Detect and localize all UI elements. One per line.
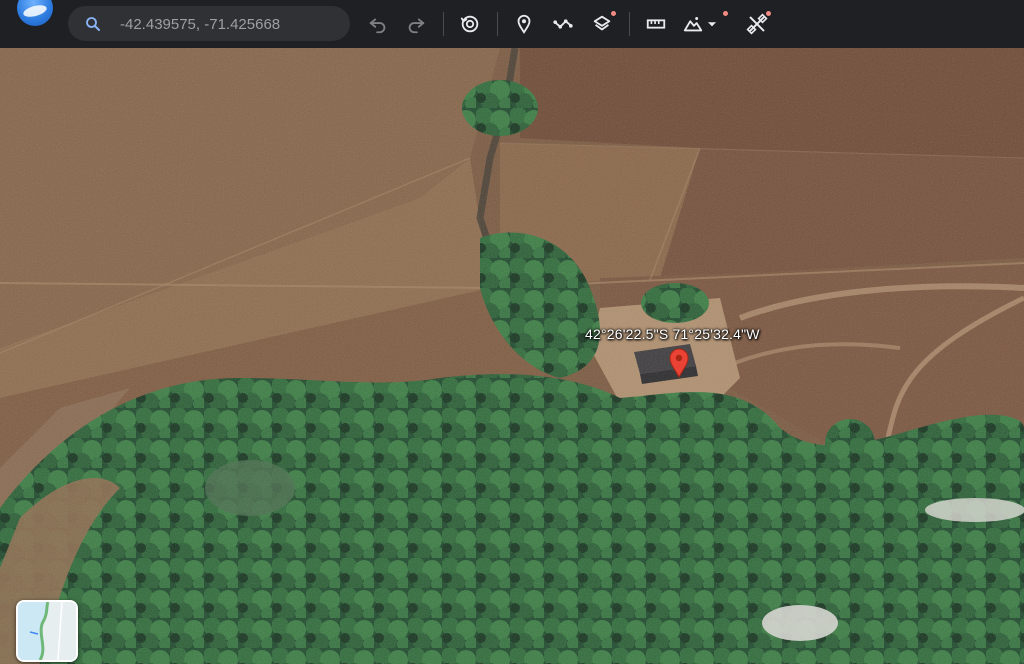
search-bar[interactable]: [68, 6, 350, 41]
undo-icon: [369, 18, 386, 34]
chevron-down-icon: [707, 22, 717, 27]
add-placemark-button[interactable]: [511, 11, 537, 37]
placemark-icon: [517, 14, 531, 34]
redo-icon: [408, 18, 425, 34]
notification-dot: [611, 11, 616, 16]
projects-icon: [746, 13, 768, 35]
draw-path-button[interactable]: [550, 11, 576, 37]
map-style-dropdown[interactable]: [682, 11, 728, 37]
satellite-map-view[interactable]: 42°26'22.5"S 71°25'32.4"W: [0, 48, 1024, 664]
path-icon: [553, 19, 573, 29]
redo-button[interactable]: [403, 11, 429, 37]
ruler-icon: [646, 19, 666, 29]
top-toolbar: [0, 0, 1024, 48]
undo-button[interactable]: [365, 11, 391, 37]
map-view-icon: [683, 17, 703, 32]
minimap-toggle-button[interactable]: [16, 600, 78, 662]
projects-button[interactable]: [744, 11, 771, 37]
toolbar-divider: [629, 12, 630, 36]
location-coordinate-label: 42°26'22.5"S 71°25'32.4"W: [585, 326, 760, 342]
measure-button[interactable]: [643, 11, 669, 37]
layers-icon: [593, 15, 611, 31]
search-input[interactable]: [118, 12, 342, 36]
minimap-icon: [18, 602, 76, 660]
toolbar-divider: [497, 12, 498, 36]
google-earth-app: 42°26'22.5"S 71°25'32.4"W: [0, 0, 1024, 664]
notification-dot: [723, 11, 728, 16]
notification-dot: [766, 11, 771, 16]
historical-imagery-button[interactable]: [457, 11, 483, 37]
search-icon[interactable]: [84, 15, 102, 33]
historical-imagery-icon: [460, 15, 479, 33]
google-earth-logo-icon[interactable]: [17, 0, 53, 26]
location-pin-icon[interactable]: [668, 348, 690, 378]
toolbar-divider: [443, 12, 444, 36]
layers-button[interactable]: [589, 11, 616, 37]
satellite-imagery: [0, 48, 1024, 664]
